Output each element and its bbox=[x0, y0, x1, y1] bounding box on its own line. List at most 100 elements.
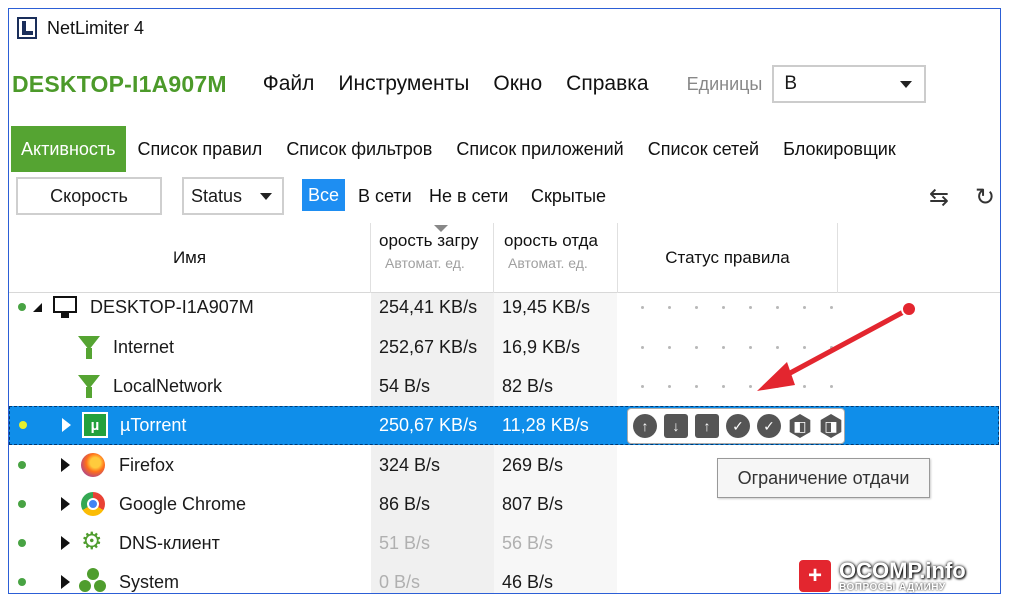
upload-limit-tooltip: Ограничение отдачи bbox=[717, 458, 930, 498]
row-name: Internet bbox=[113, 337, 175, 357]
filter-online[interactable]: В сети bbox=[358, 186, 412, 207]
status-dot bbox=[18, 303, 26, 311]
status-dot bbox=[18, 578, 26, 586]
window-title: NetLimiter 4 bbox=[47, 17, 145, 38]
row-name: System bbox=[119, 572, 180, 592]
annotation-arrow-icon bbox=[757, 301, 917, 391]
tab-blocker[interactable]: Блокировщик bbox=[771, 126, 908, 172]
units-value: B bbox=[784, 73, 798, 94]
filter-funnel-icon bbox=[78, 375, 100, 398]
filter-offline[interactable]: Не в сети bbox=[429, 186, 508, 207]
speed-button[interactable]: Скорость bbox=[16, 177, 162, 215]
computer-icon bbox=[53, 296, 77, 313]
column-download-units: Автомат. ед. bbox=[385, 255, 465, 271]
filter-funnel-icon bbox=[78, 336, 100, 359]
machine-name[interactable]: DESKTOP-I1A907M bbox=[12, 71, 227, 98]
column-download-label: орость загру bbox=[379, 231, 479, 250]
column-name[interactable]: Имя bbox=[9, 223, 371, 293]
status-dot bbox=[18, 461, 26, 469]
column-upload-units: Автомат. ед. bbox=[508, 255, 588, 271]
filter-hidden[interactable]: Скрытые bbox=[531, 186, 606, 207]
row-name: DNS-клиент bbox=[119, 533, 220, 553]
site-watermark: + OCOMP.info ВОПРОСЫ АДМИНУ bbox=[797, 552, 966, 593]
upload-speed: 807 B/s bbox=[502, 494, 564, 514]
expand-icon[interactable] bbox=[62, 418, 71, 432]
tab-app-list[interactable]: Список приложений bbox=[444, 126, 635, 172]
column-rule-status-label: Статус правила bbox=[665, 248, 790, 267]
allow-check-2-icon[interactable]: ✓ bbox=[757, 414, 781, 438]
table-header: Имя орость загру Автомат. ед. орость отд… bbox=[9, 223, 1000, 293]
expand-icon[interactable] bbox=[61, 575, 70, 589]
units-label: Единицы bbox=[686, 73, 763, 94]
download-speed: 254,41 KB/s bbox=[379, 297, 478, 317]
download-speed: 0 B/s bbox=[379, 572, 421, 592]
refresh-icon[interactable]: ↻ bbox=[975, 183, 995, 212]
menu-tools[interactable]: Инструменты bbox=[338, 72, 469, 96]
allow-check-icon[interactable]: ✓ bbox=[726, 414, 750, 438]
column-download[interactable]: орость загру Автомат. ед. bbox=[371, 223, 494, 293]
watermark-subtext: ВОПРОСЫ АДМИНУ bbox=[839, 581, 946, 593]
chevron-down-icon bbox=[260, 192, 272, 200]
status-dot bbox=[18, 500, 26, 508]
computer-stand-icon bbox=[61, 313, 69, 318]
expand-icon[interactable] bbox=[61, 497, 70, 511]
menu-help[interactable]: Справка bbox=[566, 72, 648, 96]
watermark-plus-icon: + bbox=[797, 558, 833, 593]
row-name: Firefox bbox=[119, 455, 175, 475]
row-name: Google Chrome bbox=[119, 494, 247, 514]
download-speed: 86 B/s bbox=[379, 494, 431, 514]
undo-icon[interactable]: ⇆ bbox=[929, 183, 949, 212]
download-speed: 51 B/s bbox=[379, 533, 431, 553]
app-window: NetLimiter 4 DESKTOP-I1A907M Файл Инстру… bbox=[8, 8, 1001, 594]
tab-activity[interactable]: Активность bbox=[11, 126, 126, 172]
title-bar: NetLimiter 4 bbox=[9, 9, 1000, 47]
upload-speed: 269 B/s bbox=[502, 455, 564, 475]
upload-limit-icon[interactable]: ↑ bbox=[633, 414, 657, 438]
upload-rule-icon[interactable]: ↑ bbox=[695, 414, 719, 438]
tab-rule-list[interactable]: Список правил bbox=[126, 126, 275, 172]
expand-icon[interactable] bbox=[61, 536, 70, 550]
firefox-icon bbox=[81, 453, 105, 477]
units-select[interactable]: B bbox=[772, 65, 927, 103]
status-dot bbox=[19, 421, 27, 429]
system-icon bbox=[79, 568, 107, 593]
priority-2-icon[interactable]: ◨ bbox=[820, 414, 842, 438]
filter-all[interactable]: Все bbox=[302, 179, 346, 211]
sort-desc-icon bbox=[434, 225, 448, 232]
priority-icon[interactable]: ◧ bbox=[789, 414, 811, 438]
menu-file[interactable]: Файл bbox=[263, 72, 315, 96]
status-select[interactable]: Status bbox=[182, 177, 284, 215]
table-row-selected[interactable]: µ µTorrent 250,67 KB/s 11,28 KB/s ↑ ↓ ↑ … bbox=[9, 406, 999, 445]
filter-toolbar: Скорость Status Все В сети Не в сети Скр… bbox=[9, 177, 1000, 217]
netlimiter-logo-icon bbox=[17, 17, 37, 39]
rule-status-icons: ↑ ↓ ↑ ✓ ✓ ◧ ◨ bbox=[627, 408, 845, 444]
expand-icon[interactable] bbox=[61, 458, 70, 472]
upload-speed: 19,45 KB/s bbox=[502, 297, 591, 317]
download-speed: 250,67 KB/s bbox=[379, 415, 478, 435]
chrome-icon bbox=[81, 492, 105, 516]
status-dot bbox=[18, 539, 26, 547]
column-name-label: Имя bbox=[172, 248, 207, 267]
upload-speed: 16,9 KB/s bbox=[502, 337, 581, 357]
watermark-text: OCOMP.info bbox=[839, 557, 966, 583]
column-rule-status[interactable]: Статус правила bbox=[618, 223, 838, 293]
row-name: µTorrent bbox=[120, 415, 187, 435]
menu-bar: DESKTOP-I1A907M Файл Инструменты Окно Сп… bbox=[9, 61, 1000, 107]
status-select-value: Status bbox=[191, 185, 243, 206]
chevron-down-icon bbox=[900, 80, 913, 88]
menu-window[interactable]: Окно bbox=[493, 72, 542, 96]
upload-speed: 11,28 KB/s bbox=[502, 415, 589, 435]
upload-speed: 82 B/s bbox=[502, 376, 554, 396]
gear-icon: ⚙ bbox=[81, 528, 103, 555]
upload-speed: 46 B/s bbox=[502, 572, 554, 592]
main-tabs: Активность Список правил Список фильтров… bbox=[11, 126, 1001, 172]
tabs-overflow-icon[interactable]: ▾ bbox=[1000, 140, 1001, 157]
utorrent-icon: µ bbox=[82, 412, 108, 438]
column-upload[interactable]: орость отда Автомат. ед. bbox=[494, 223, 618, 293]
tab-network-list[interactable]: Список сетей bbox=[636, 126, 771, 172]
collapse-icon[interactable] bbox=[33, 303, 42, 312]
row-name: DESKTOP-I1A907M bbox=[90, 297, 254, 317]
tab-filter-list[interactable]: Список фильтров bbox=[274, 126, 444, 172]
download-speed: 252,67 KB/s bbox=[379, 337, 478, 357]
download-limit-icon[interactable]: ↓ bbox=[664, 414, 688, 438]
